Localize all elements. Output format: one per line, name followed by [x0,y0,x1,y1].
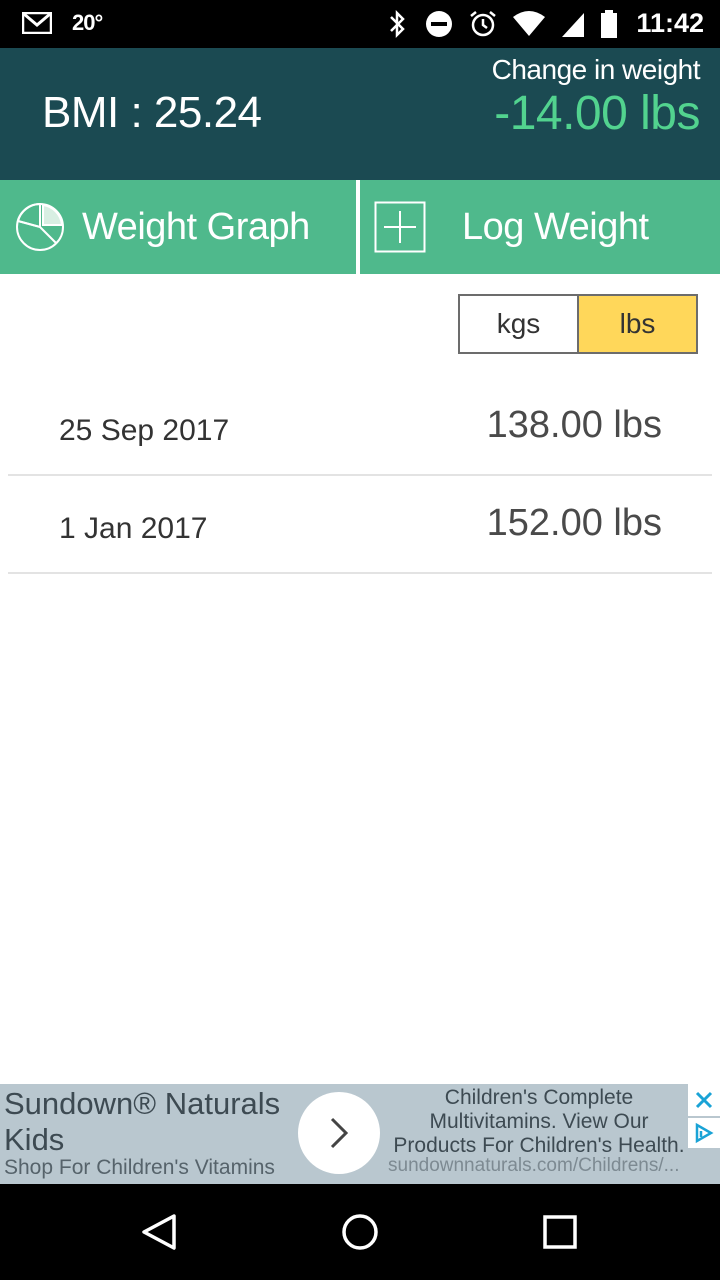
entry-weight: 138.00 lbs [486,404,662,446]
ad-title: Sundown® Naturals Kids [4,1086,281,1157]
weight-graph-button[interactable]: Weight Graph [0,180,356,274]
ad-banner[interactable]: Sundown® Naturals Kids Shop For Children… [0,1084,720,1184]
action-bar: Weight Graph Log Weight [0,180,720,274]
gmail-icon [22,12,52,34]
bluetooth-icon [390,9,406,38]
unit-option-lbs[interactable]: lbs [579,296,696,352]
unit-toggle: kgs lbs [458,294,698,354]
wifi-icon [513,10,546,36]
weight-entry-list: 25 Sep 2017 138.00 lbs 1 Jan 2017 152.00… [8,378,712,574]
entry-weight: 152.00 lbs [486,502,662,544]
clock: 11:42 [636,8,704,38]
chevron-right-icon [330,1117,349,1149]
change-in-weight-label: Change in weight [491,54,701,85]
ad-subtitle: Shop For Children's Vitamins [4,1156,275,1179]
alarm-icon [470,10,497,36]
change-in-weight-value: -14.00 lbs [494,87,700,140]
ad-choices-button[interactable] [688,1118,720,1148]
do-not-disturb-icon [426,10,453,37]
status-bar: 20° 11:42 [0,0,720,48]
close-icon [695,1091,713,1109]
plus-box-icon [374,201,426,253]
weight-graph-label: Weight Graph [82,205,310,248]
status-bar-left: 20° [22,10,103,36]
status-bar-right: 11:42 [384,8,704,39]
temperature: 20° [72,10,103,35]
list-item[interactable]: 25 Sep 2017 138.00 lbs [8,378,712,476]
entry-date: 1 Jan 2017 [59,512,208,545]
unit-option-kgs[interactable]: kgs [460,296,579,352]
ad-url: sundownnaturals.com/Childrens/... [388,1155,680,1176]
ad-open-button[interactable] [298,1092,380,1174]
list-item[interactable]: 1 Jan 2017 152.00 lbs [8,476,712,574]
battery-icon [601,9,618,38]
entry-date: 25 Sep 2017 [59,414,230,447]
navigation-bar [0,1184,720,1280]
log-weight-label: Log Weight [462,205,649,248]
ad-close-button[interactable] [688,1084,720,1116]
log-weight-button[interactable]: Log Weight [360,180,720,274]
back-icon[interactable] [136,1208,184,1256]
ad-description: Children's Complete Multivitamins. View … [393,1086,685,1157]
home-icon[interactable] [336,1208,384,1256]
bmi-value: BMI : 25.24 [42,88,262,137]
ad-choices-icon [695,1122,714,1144]
pie-chart-icon [16,202,64,251]
recent-apps-icon[interactable] [536,1208,584,1256]
cell-signal-icon [562,12,585,37]
summary-header: BMI : 25.24 Change in weight -14.00 lbs [0,48,720,180]
